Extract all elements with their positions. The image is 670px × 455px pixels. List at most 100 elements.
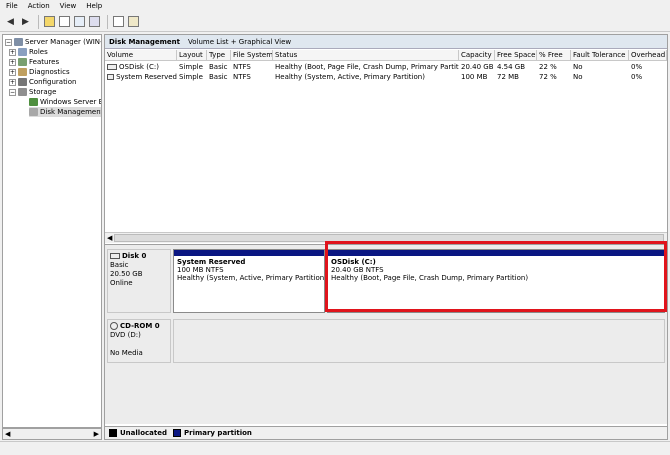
cell-overhead: 0% bbox=[631, 73, 643, 81]
tree-item-label: Windows Server B bbox=[40, 98, 102, 106]
backup-icon bbox=[29, 98, 38, 106]
back-arrow-icon[interactable]: ◀ bbox=[4, 15, 17, 28]
column-header-free-space[interactable]: Free Space bbox=[495, 50, 537, 61]
scroll-left-icon[interactable]: ◀ bbox=[107, 234, 112, 242]
disk-state: Online bbox=[110, 279, 133, 287]
volume-icon bbox=[107, 74, 115, 80]
column-header-type[interactable]: Type bbox=[207, 50, 231, 61]
disk-state: No Media bbox=[110, 349, 143, 357]
cell-status: Healthy (Boot, Page File, Crash Dump, Pr… bbox=[275, 63, 459, 71]
cell-capacity: 20.40 GB bbox=[461, 63, 494, 71]
storage-icon bbox=[18, 88, 27, 96]
legend-label: Unallocated bbox=[120, 429, 167, 437]
disk-management-icon bbox=[29, 108, 38, 116]
cdrom-media-area[interactable] bbox=[173, 319, 665, 363]
server-icon bbox=[14, 38, 23, 46]
menu-action[interactable]: Action bbox=[28, 2, 50, 10]
cell-file-system: NTFS bbox=[233, 73, 251, 81]
tree-root[interactable]: − Server Manager (WIN-981 bbox=[5, 37, 101, 47]
disk-size bbox=[110, 340, 168, 349]
tree-item-label: Diagnostics bbox=[29, 68, 70, 76]
collapse-icon[interactable]: − bbox=[9, 88, 16, 96]
tree-item-windows-server-backup[interactable]: Windows Server B bbox=[29, 97, 102, 107]
expand-icon[interactable]: + bbox=[9, 58, 16, 66]
disk-management-pane: Disk Management Volume List + Graphical … bbox=[104, 34, 668, 440]
legend: Unallocated Primary partition bbox=[105, 426, 667, 439]
navigation-tree: − Server Manager (WIN-981 + Roles + Feat… bbox=[2, 34, 102, 428]
disk-type: DVD (D:) bbox=[110, 331, 141, 339]
toolbar: ◀ ▶ bbox=[0, 12, 670, 32]
column-header-percent-free[interactable]: % Free bbox=[537, 50, 571, 61]
tree-root-label: Server Manager (WIN-981 bbox=[25, 38, 101, 46]
disk-0-label[interactable]: Disk 0 Basic 20.50 GB Online bbox=[107, 249, 171, 313]
scroll-left-icon[interactable]: ◀ bbox=[5, 430, 10, 438]
column-header-layout[interactable]: Layout bbox=[177, 50, 207, 61]
column-header-status[interactable]: Status bbox=[273, 50, 459, 61]
disk-name: Disk 0 bbox=[122, 252, 147, 260]
menu-view[interactable]: View bbox=[60, 2, 77, 10]
features-icon bbox=[18, 58, 27, 66]
menu-help[interactable]: Help bbox=[86, 2, 102, 10]
cdrom-0-label[interactable]: CD-ROM 0 DVD (D:) No Media bbox=[107, 319, 171, 363]
volume-icon bbox=[107, 64, 117, 70]
cell-fault-tolerance: No bbox=[573, 63, 583, 71]
cell-overhead: 0% bbox=[631, 63, 643, 71]
cell-free-space: 4.54 GB bbox=[497, 63, 526, 71]
tree-item-label: Disk Management bbox=[40, 108, 102, 116]
properties-icon[interactable] bbox=[73, 15, 86, 28]
scroll-right-icon[interactable]: ▶ bbox=[94, 430, 99, 438]
expand-icon[interactable]: + bbox=[9, 68, 16, 76]
disk-name: CD-ROM 0 bbox=[120, 322, 160, 330]
toolbar-separator bbox=[107, 14, 108, 29]
cell-status: Healthy (System, Active, Primary Partiti… bbox=[275, 73, 425, 81]
disk-size: 20.50 GB bbox=[110, 270, 143, 278]
partition-name: System Reserved bbox=[177, 258, 246, 266]
menu-file[interactable]: File bbox=[6, 2, 18, 10]
cell-type: Basic bbox=[209, 63, 228, 71]
cell-capacity: 100 MB bbox=[461, 73, 488, 81]
column-header-capacity[interactable]: Capacity bbox=[459, 50, 495, 61]
tree-item-storage[interactable]: − Storage bbox=[9, 87, 56, 97]
diagnostics-icon bbox=[18, 68, 27, 76]
expand-icon[interactable]: + bbox=[9, 78, 16, 86]
up-folder-icon[interactable] bbox=[43, 15, 56, 28]
help-icon[interactable] bbox=[88, 15, 101, 28]
column-header-overhead[interactable]: Overhead bbox=[629, 50, 667, 61]
roles-icon bbox=[18, 48, 27, 56]
cell-percent-free: 72 % bbox=[539, 73, 557, 81]
tree-item-diagnostics[interactable]: + Diagnostics bbox=[9, 67, 70, 77]
cell-type: Basic bbox=[209, 73, 228, 81]
refresh-icon[interactable] bbox=[127, 15, 140, 28]
disk-icon bbox=[110, 253, 120, 259]
tree-item-configuration[interactable]: + Configuration bbox=[9, 77, 76, 87]
tree-item-features[interactable]: + Features bbox=[9, 57, 59, 67]
partition-system-reserved[interactable]: System Reserved 100 MB NTFS Healthy (Sys… bbox=[173, 249, 327, 313]
menu-bar: File Action View Help bbox=[0, 0, 670, 12]
collapse-icon[interactable]: − bbox=[5, 38, 12, 46]
cell-layout: Simple bbox=[179, 73, 203, 81]
toolbar-separator bbox=[38, 14, 39, 29]
highlight-box bbox=[325, 241, 667, 312]
column-header-file-system[interactable]: File System bbox=[231, 50, 273, 61]
tree-item-label: Roles bbox=[29, 48, 48, 56]
column-header-volume[interactable]: Volume bbox=[105, 50, 177, 61]
cell-volume: OSDisk (C:) bbox=[105, 62, 177, 72]
panel-view-mode: Volume List + Graphical View bbox=[188, 37, 292, 46]
tree-item-disk-management[interactable]: Disk Management bbox=[29, 107, 102, 117]
configuration-icon bbox=[18, 78, 27, 86]
partition-status: Healthy (System, Active, Primary Partiti… bbox=[177, 274, 327, 282]
expand-icon[interactable]: + bbox=[9, 48, 16, 56]
tree-item-label: Storage bbox=[29, 88, 57, 96]
forward-arrow-icon[interactable]: ▶ bbox=[19, 15, 32, 28]
cell-layout: Simple bbox=[179, 63, 203, 71]
cell-file-system: NTFS bbox=[233, 63, 251, 71]
tree-horizontal-scrollbar[interactable]: ◀ ▶ bbox=[2, 428, 102, 440]
show-hide-tree-icon[interactable] bbox=[58, 15, 71, 28]
cell-volume: System Reserved bbox=[105, 72, 177, 82]
disk-type: Basic bbox=[110, 261, 129, 269]
status-bar bbox=[0, 441, 670, 455]
column-header-fault-tolerance[interactable]: Fault Tolerance bbox=[571, 50, 629, 61]
cell-free-space: 72 MB bbox=[497, 73, 519, 81]
tree-item-roles[interactable]: + Roles bbox=[9, 47, 48, 57]
rescan-icon[interactable] bbox=[112, 15, 125, 28]
